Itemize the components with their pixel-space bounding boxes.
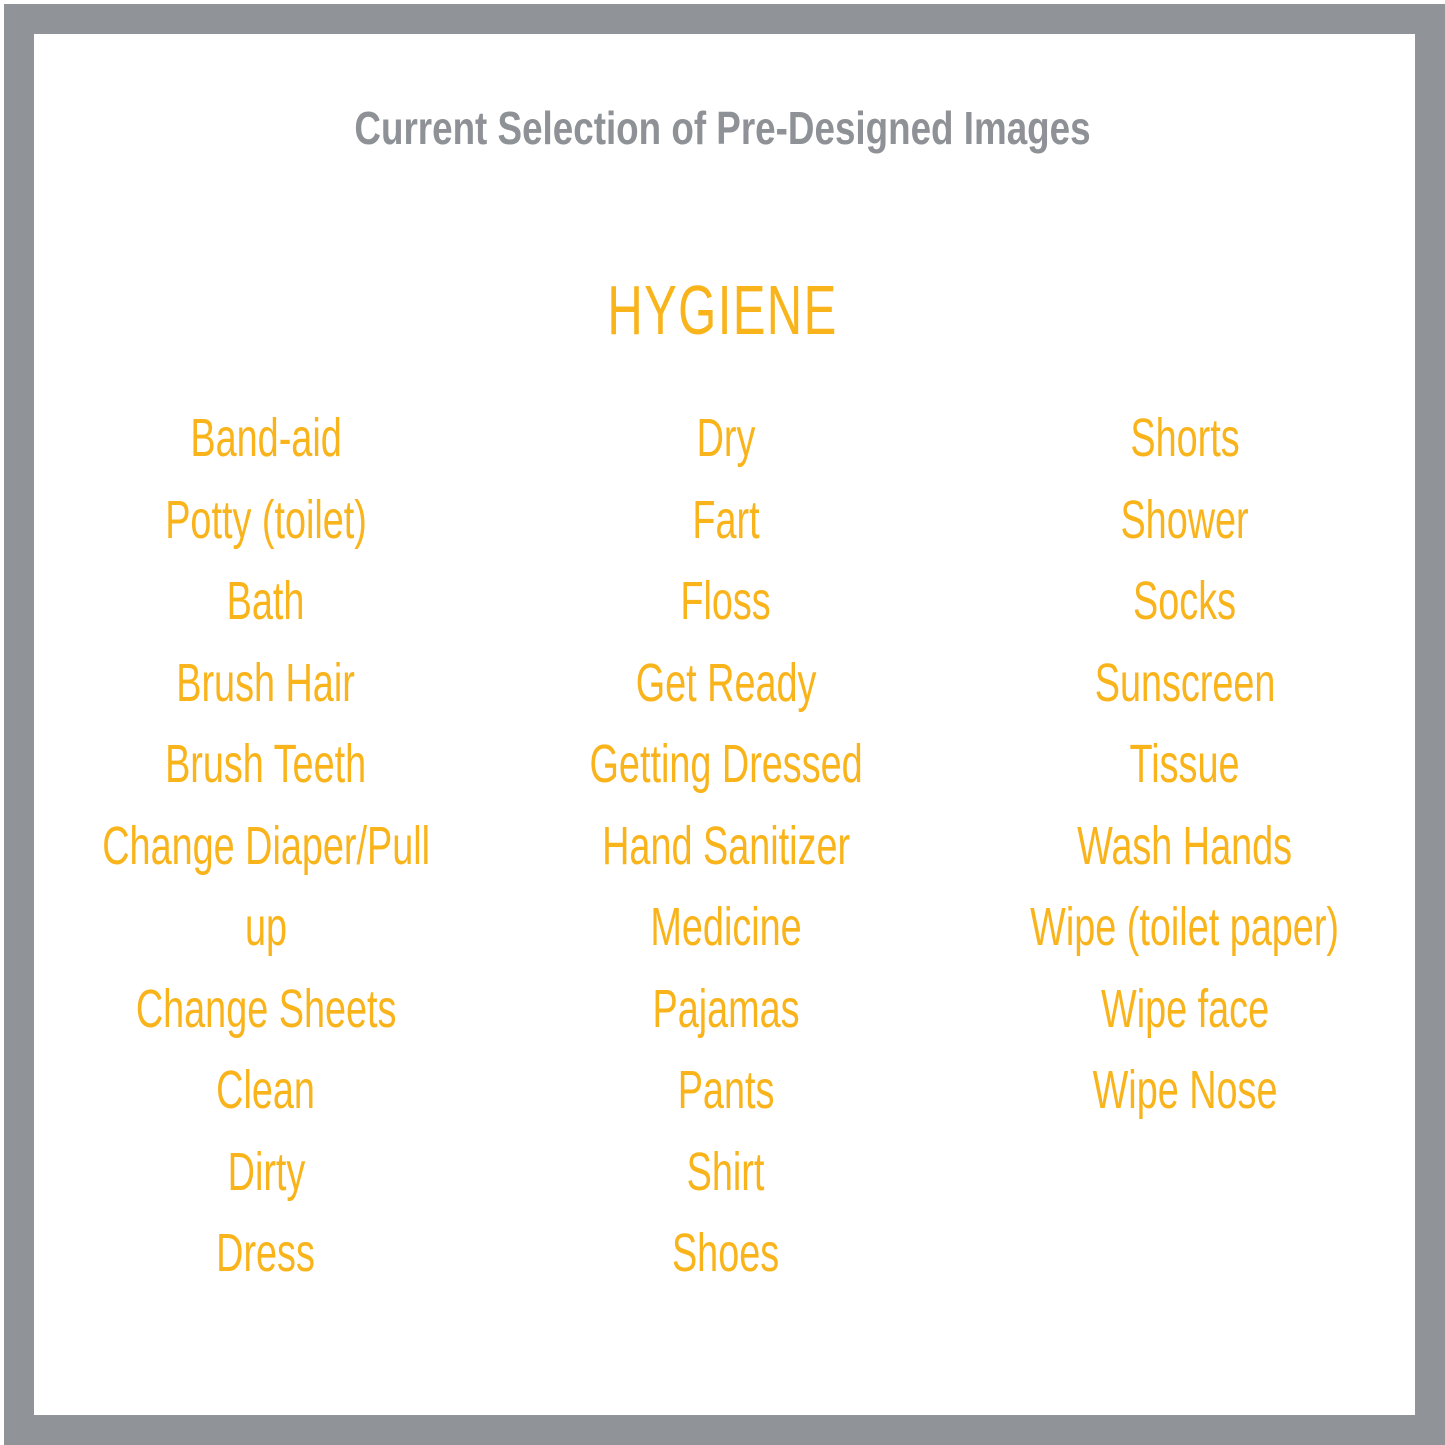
word-item: Change Diaper/Pull xyxy=(102,815,430,876)
pre-designed-images-page: Current Selection of Pre-Designed Images… xyxy=(0,0,1445,1445)
word-item: Change Sheets xyxy=(135,978,397,1039)
word-item: Potty (toilet) xyxy=(165,489,367,550)
word-item: Brush Teeth xyxy=(165,734,367,794)
word-column-1: Band-aid Potty (toilet) Bath Brush Hair … xyxy=(16,398,516,1318)
word-item: Pants xyxy=(677,1060,775,1120)
word-item: Shower xyxy=(1120,489,1250,550)
word-item: Pajamas xyxy=(652,978,800,1039)
word-item: Shorts xyxy=(1130,408,1240,468)
word-item: Dry xyxy=(696,408,756,468)
word-column-3: Shorts Shower Socks Sunscreen Tissue Was… xyxy=(945,398,1425,1318)
word-item: Clean xyxy=(216,1060,316,1120)
word-item: Tissue xyxy=(1130,734,1240,794)
word-item: Brush Hair xyxy=(176,652,356,713)
word-item: Dirty xyxy=(227,1141,305,1202)
word-item: Sunscreen xyxy=(1094,652,1276,713)
word-item: Shirt xyxy=(687,1141,765,1202)
word-item: Socks xyxy=(1133,571,1237,631)
page-title: Current Selection of Pre-Designed Images xyxy=(354,102,1091,154)
word-item: Medicine xyxy=(650,897,802,957)
category-heading: HYGIENE xyxy=(607,271,838,349)
word-item: up xyxy=(244,897,288,957)
word-item: Wipe Nose xyxy=(1092,1060,1278,1120)
word-item: Dress xyxy=(216,1223,316,1283)
word-item: Get Ready xyxy=(635,652,817,713)
word-item: Band-aid xyxy=(190,408,342,468)
word-item: Bath xyxy=(227,571,305,631)
page-content: Current Selection of Pre-Designed Images… xyxy=(0,0,1445,1445)
word-item: Wipe face xyxy=(1100,978,1270,1039)
word-item: Getting Dressed xyxy=(589,734,863,794)
word-item: Floss xyxy=(680,571,772,631)
word-column-2: Dry Fart Floss Get Ready Getting Dressed… xyxy=(516,398,936,1318)
word-item: Hand Sanitizer xyxy=(602,815,850,876)
word-item: Shoes xyxy=(672,1223,780,1283)
word-item: Wash Hands xyxy=(1077,815,1293,876)
word-item: Fart xyxy=(692,489,760,550)
word-columns: Band-aid Potty (toilet) Bath Brush Hair … xyxy=(0,398,1445,1318)
word-item: Wipe (toilet paper) xyxy=(1030,897,1340,957)
